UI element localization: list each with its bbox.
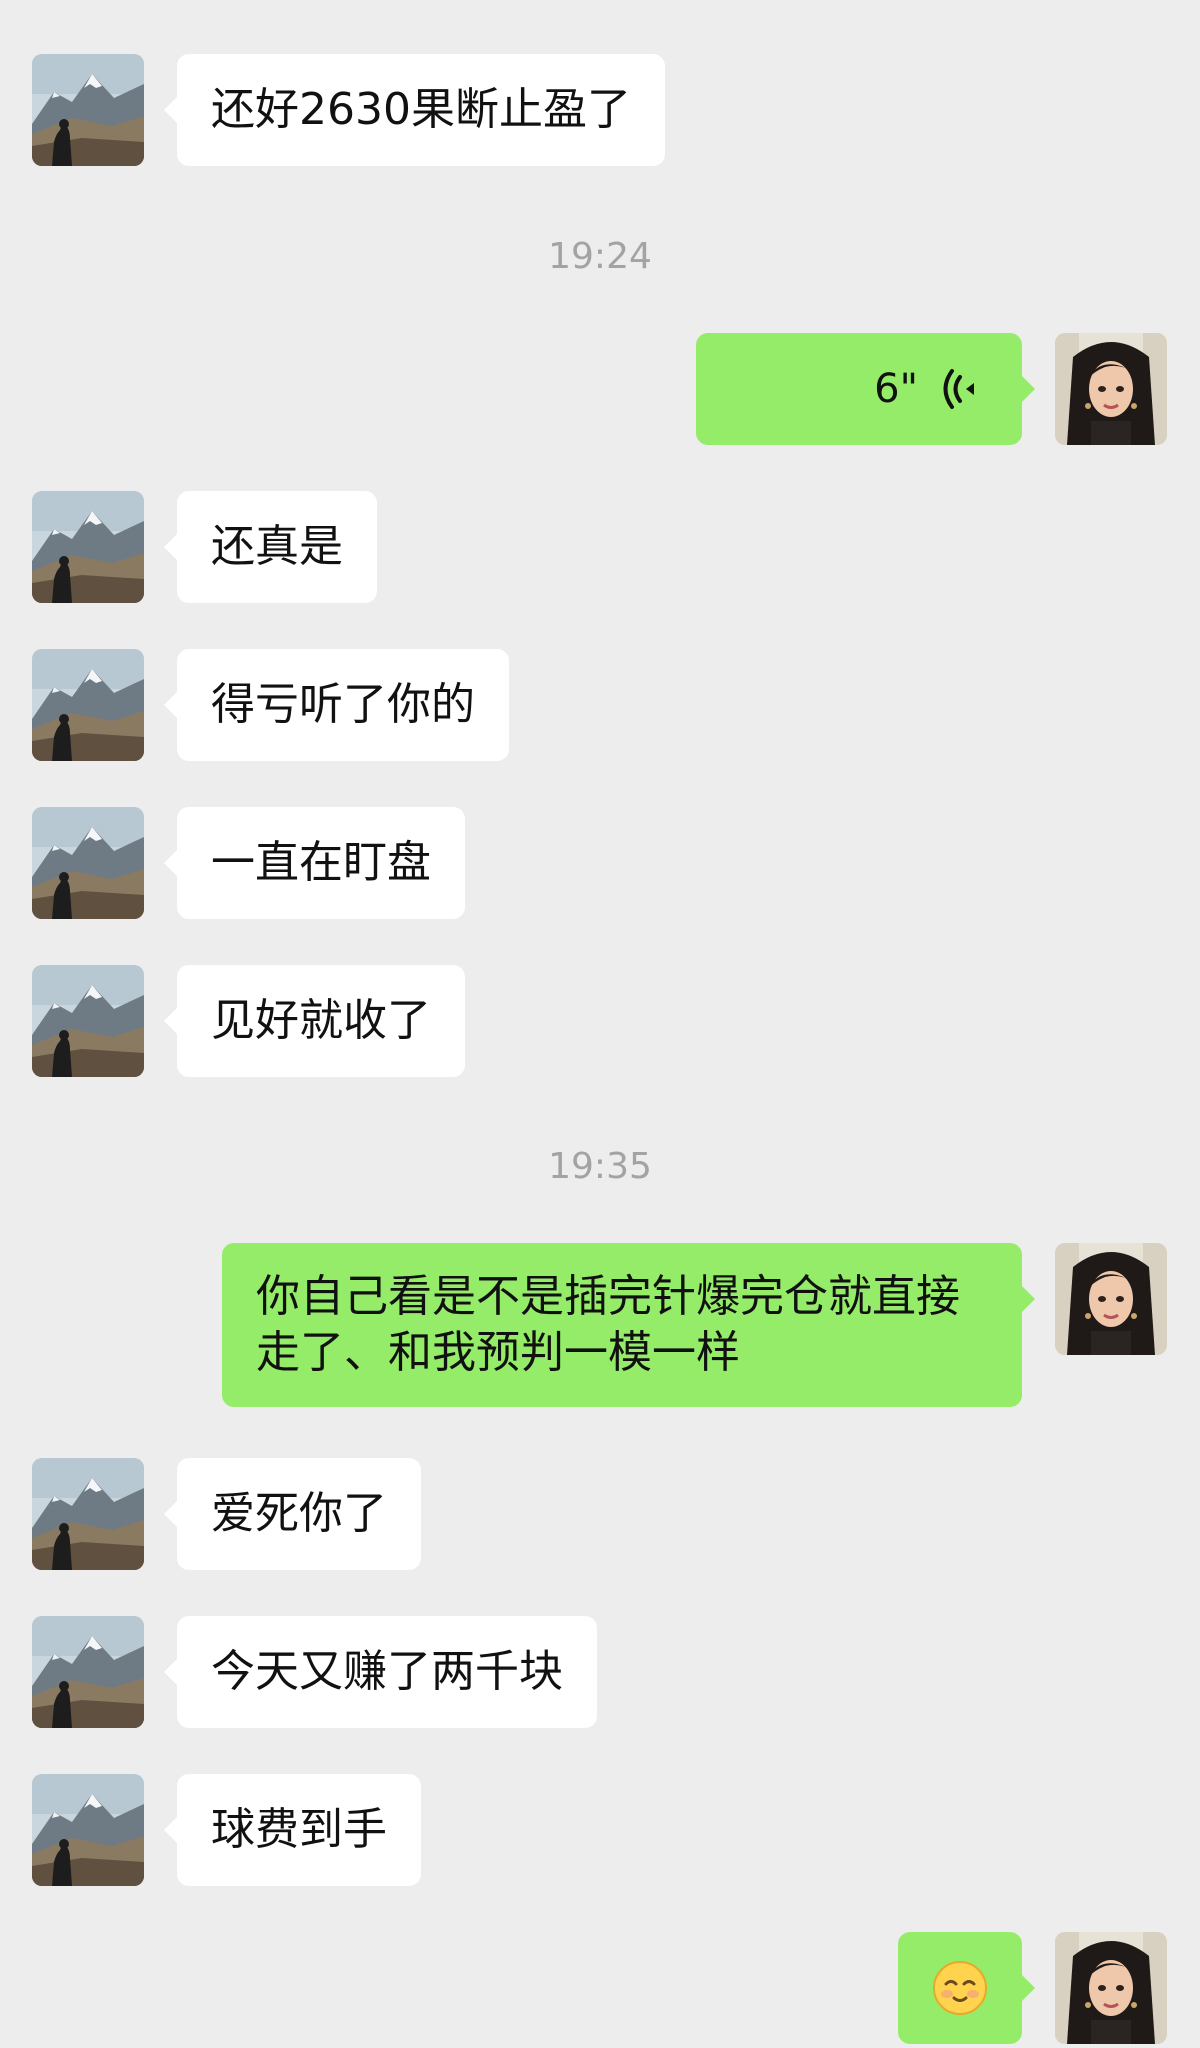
incoming-message-bubble[interactable]: 还真是: [164, 491, 377, 603]
shy-smile-emoji-icon: [933, 1961, 987, 2015]
mountain-photo-avatar-icon: [32, 649, 144, 761]
woman-portrait-avatar-icon: [1055, 1932, 1167, 2044]
incoming-message-bubble[interactable]: 爱死你了: [164, 1458, 421, 1570]
contact-avatar[interactable]: [32, 649, 144, 761]
contact-avatar[interactable]: [32, 1774, 144, 1886]
incoming-message-bubble[interactable]: 一直在盯盘: [164, 807, 465, 919]
outgoing-message-bubble[interactable]: 你自己看是不是插完针爆完仓就直接走了、和我预判一模一样: [222, 1243, 1035, 1407]
mountain-photo-avatar-icon: [32, 1616, 144, 1728]
my-avatar[interactable]: [1055, 333, 1167, 445]
mountain-photo-avatar-icon: [32, 965, 144, 1077]
timestamp: 19:35: [548, 1146, 652, 1187]
contact-avatar[interactable]: [32, 491, 144, 603]
mountain-photo-avatar-icon: [32, 54, 144, 166]
incoming-message-bubble[interactable]: 还好2630果断止盈了: [164, 54, 665, 166]
incoming-message-bubble[interactable]: 球费到手: [164, 1774, 421, 1886]
timestamp: 19:24: [548, 236, 652, 277]
contact-avatar[interactable]: [32, 54, 144, 166]
mountain-photo-avatar-icon: [32, 1458, 144, 1570]
incoming-message-bubble[interactable]: 今天又赚了两千块: [164, 1616, 597, 1728]
voice-duration: 6": [874, 366, 918, 412]
emoji-message-bubble[interactable]: [898, 1932, 1035, 2044]
contact-avatar[interactable]: [32, 1458, 144, 1570]
voice-message-bubble[interactable]: 6": [696, 333, 1035, 445]
contact-avatar[interactable]: [32, 1616, 144, 1728]
my-avatar[interactable]: [1055, 1243, 1167, 1355]
contact-avatar[interactable]: [32, 807, 144, 919]
woman-portrait-avatar-icon: [1055, 1243, 1167, 1355]
incoming-message-bubble[interactable]: 得亏听了你的: [164, 649, 509, 761]
incoming-message-bubble[interactable]: 见好就收了: [164, 965, 465, 1077]
woman-portrait-avatar-icon: [1055, 333, 1167, 445]
voice-wave-icon: [942, 367, 982, 411]
mountain-photo-avatar-icon: [32, 1774, 144, 1886]
mountain-photo-avatar-icon: [32, 807, 144, 919]
contact-avatar[interactable]: [32, 965, 144, 1077]
mountain-photo-avatar-icon: [32, 491, 144, 603]
my-avatar[interactable]: [1055, 1932, 1167, 2044]
